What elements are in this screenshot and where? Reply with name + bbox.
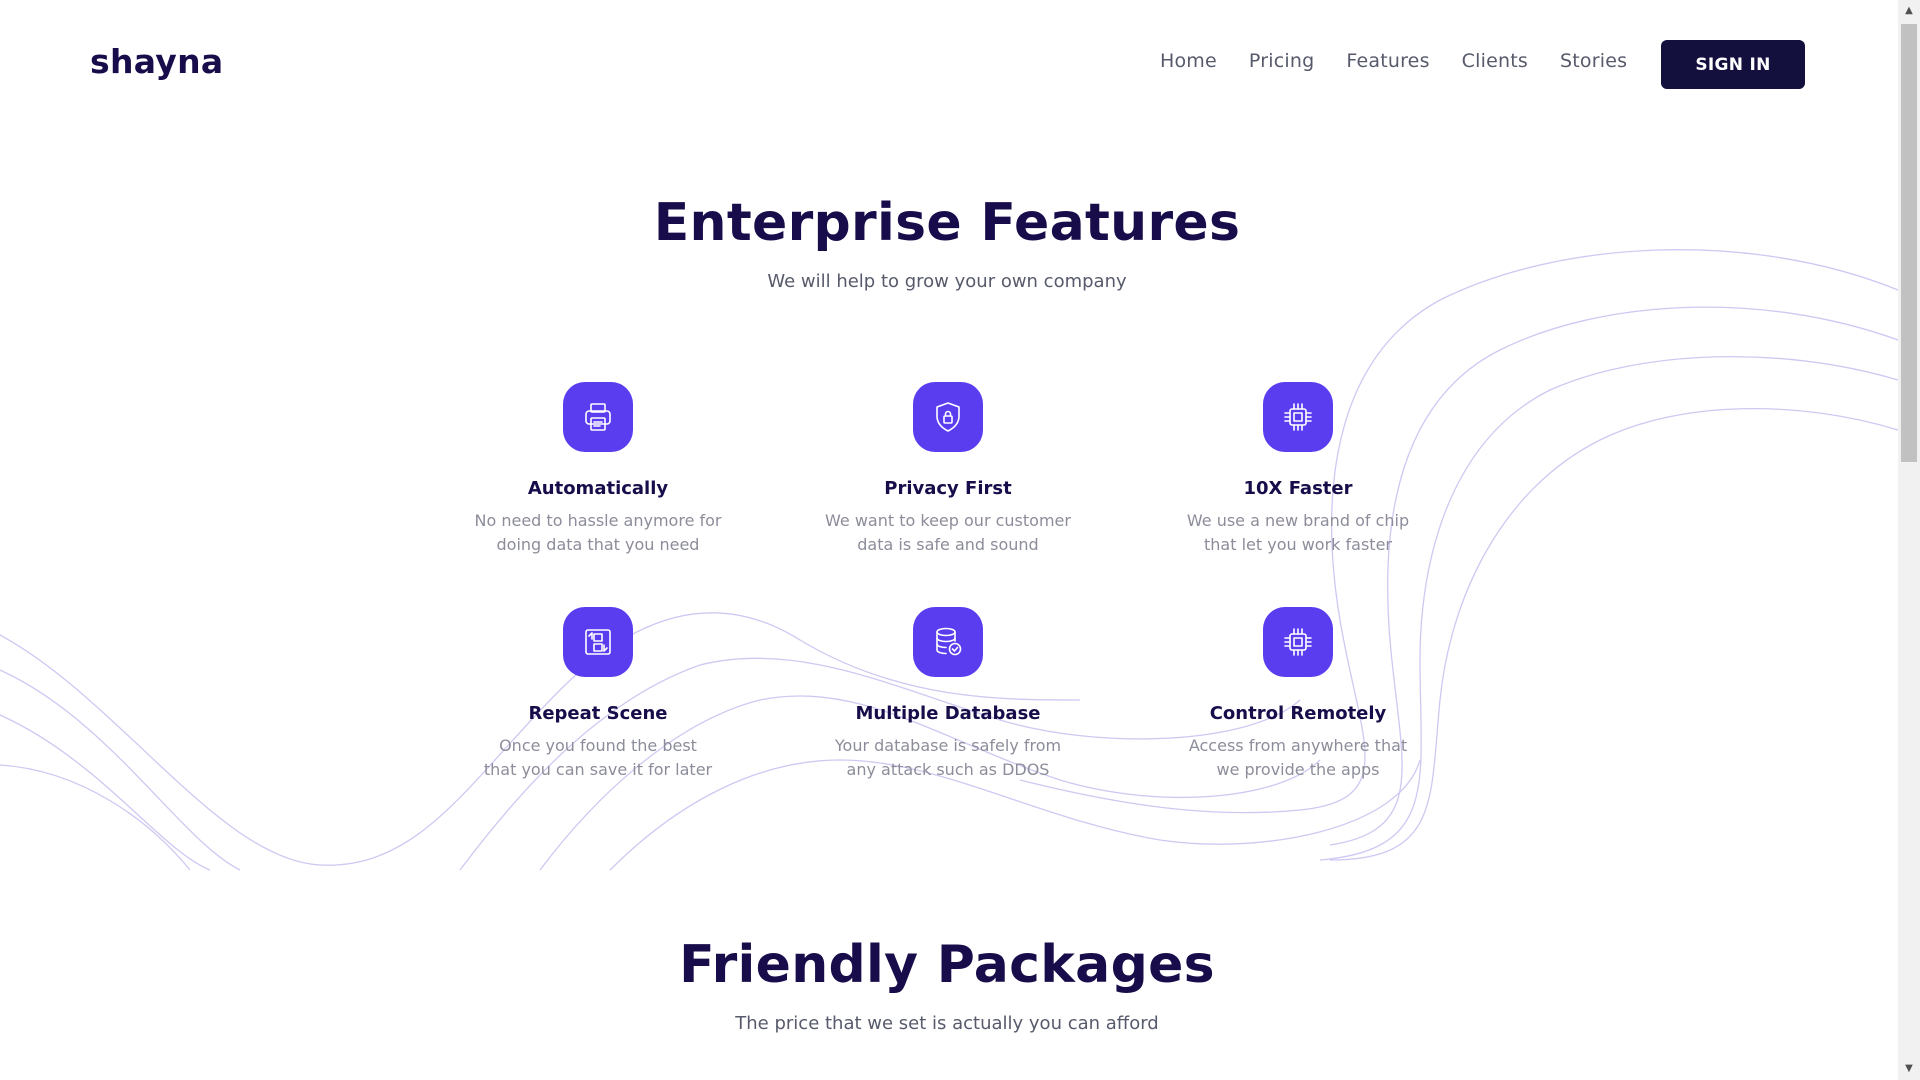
feature-desc-line: Your database is safely from bbox=[834, 736, 1062, 755]
feature-desc-line: No need to hassle anymore for bbox=[474, 511, 722, 530]
feature-description: No need to hassle anymore for doing data… bbox=[448, 509, 748, 557]
feature-desc-line: doing data that you need bbox=[496, 535, 700, 554]
repeat-layout-icon bbox=[563, 607, 633, 677]
features-title: Enterprise Features bbox=[653, 193, 1241, 253]
scroll-down-arrow-icon[interactable]: ▼ bbox=[1898, 1058, 1920, 1080]
main-nav: Home Pricing Features Clients Stories bbox=[1160, 50, 1659, 72]
feature-desc-line: We use a new brand of chip bbox=[1186, 511, 1410, 530]
packages-subtitle: The price that we set is actually you ca… bbox=[735, 1013, 1159, 1034]
feature-description: Access from anywhere that we provide the… bbox=[1148, 734, 1448, 782]
feature-privacy-first: Privacy First We want to keep our custom… bbox=[798, 382, 1098, 557]
feature-title: Repeat Scene bbox=[528, 703, 668, 724]
chip-icon bbox=[1263, 382, 1333, 452]
landing-page: shayna Home Pricing Features Clients Sto… bbox=[0, 0, 1898, 1080]
feature-title: Multiple Database bbox=[855, 703, 1041, 724]
database-check-icon bbox=[913, 607, 983, 677]
brand-logo[interactable]: shayna bbox=[90, 42, 223, 81]
feature-desc-line: Access from anywhere that bbox=[1188, 736, 1408, 755]
chip-icon bbox=[1263, 607, 1333, 677]
nav-clients[interactable]: Clients bbox=[1462, 50, 1528, 72]
nav-home[interactable]: Home bbox=[1160, 50, 1217, 72]
feature-automatically: Automatically No need to hassle anymore … bbox=[448, 382, 748, 557]
feature-desc-line: any attack such as DDOS bbox=[846, 760, 1050, 779]
feature-10x-faster: 10X Faster We use a new brand of chip th… bbox=[1148, 382, 1448, 557]
scroll-up-arrow-icon[interactable]: ▲ bbox=[1898, 0, 1920, 22]
feature-multiple-database: Multiple Database Your database is safel… bbox=[798, 607, 1098, 782]
feature-title: 10X Faster bbox=[1243, 478, 1353, 499]
feature-desc-line: that you can save it for later bbox=[483, 760, 713, 779]
feature-description: Once you found the best that you can sav… bbox=[448, 734, 748, 782]
feature-description: We use a new brand of chip that let you … bbox=[1148, 509, 1448, 557]
feature-desc-line: data is safe and sound bbox=[857, 535, 1039, 554]
feature-desc-line: we provide the apps bbox=[1216, 760, 1380, 779]
feature-desc-line: that let you work faster bbox=[1204, 535, 1392, 554]
printer-icon bbox=[563, 382, 633, 452]
scrollbar-thumb[interactable] bbox=[1901, 24, 1917, 462]
shield-lock-icon bbox=[913, 382, 983, 452]
features-subtitle: We will help to grow your own company bbox=[767, 271, 1127, 292]
feature-desc-line: We want to keep our customer bbox=[825, 511, 1071, 530]
nav-stories[interactable]: Stories bbox=[1560, 50, 1627, 72]
feature-title: Privacy First bbox=[884, 478, 1012, 499]
packages-title: Friendly Packages bbox=[679, 935, 1215, 995]
feature-description: Your database is safely from any attack … bbox=[798, 734, 1098, 782]
feature-title: Automatically bbox=[527, 478, 669, 499]
nav-pricing[interactable]: Pricing bbox=[1249, 50, 1314, 72]
feature-repeat-scene: Repeat Scene Once you found the best tha… bbox=[448, 607, 748, 782]
nav-features[interactable]: Features bbox=[1346, 50, 1429, 72]
feature-control-remotely: Control Remotely Access from anywhere th… bbox=[1148, 607, 1448, 782]
feature-desc-line: Once you found the best bbox=[499, 736, 697, 755]
feature-title: Control Remotely bbox=[1209, 703, 1387, 724]
sign-in-button[interactable]: SIGN IN bbox=[1661, 40, 1805, 89]
page-scrollbar[interactable]: ▲ ▼ bbox=[1898, 0, 1920, 1080]
feature-description: We want to keep our customer data is saf… bbox=[798, 509, 1098, 557]
